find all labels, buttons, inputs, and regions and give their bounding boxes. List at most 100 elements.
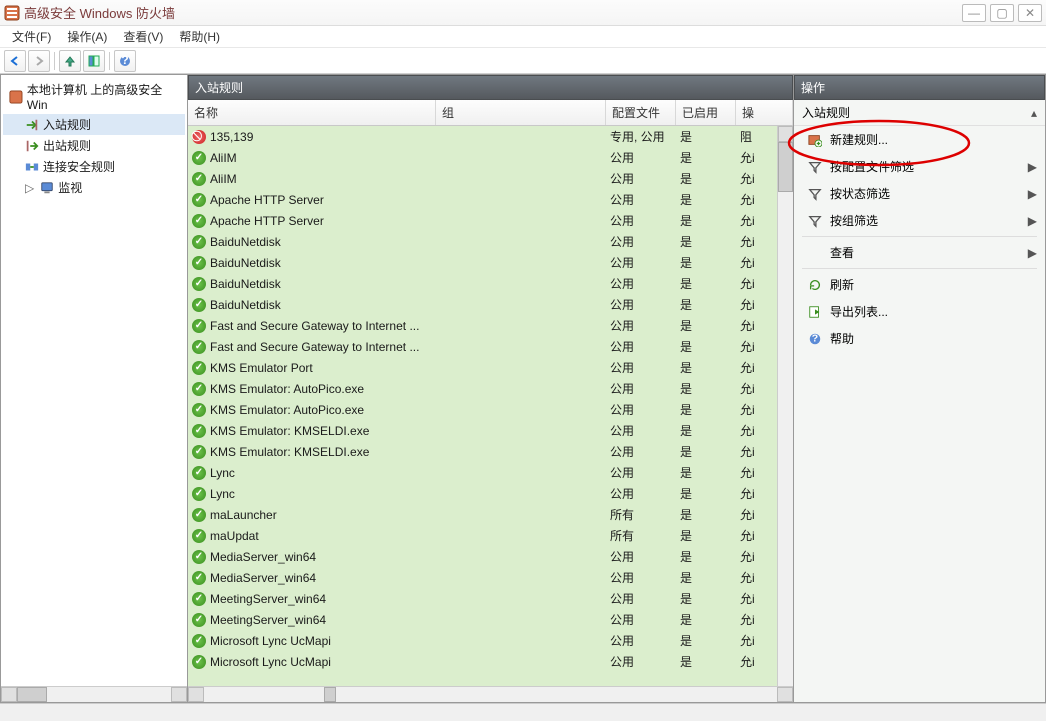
table-row[interactable]: ✓MeetingServer_win64公用是允i — [188, 609, 793, 630]
grid-hscroll[interactable] — [188, 686, 793, 702]
allow-icon: ✓ — [192, 424, 206, 438]
action-label: 新建规则... — [830, 131, 888, 148]
rule-enabled: 是 — [680, 170, 740, 187]
actions-body: 入站规则 ▴ 新建规则... 按配置文件筛选 ▶ 按状态筛选 ▶ 按组筛选 ▶ — [794, 100, 1045, 702]
menu-view[interactable]: 查看(V) — [115, 26, 171, 47]
action-filter-group[interactable]: 按组筛选 ▶ — [794, 207, 1045, 234]
rule-enabled: 是 — [680, 611, 740, 628]
rule-enabled: 是 — [680, 569, 740, 586]
action-new-rule[interactable]: 新建规则... — [794, 126, 1045, 153]
maximize-button[interactable]: ▢ — [990, 4, 1014, 22]
up-button[interactable] — [59, 50, 81, 72]
action-filter-state[interactable]: 按状态筛选 ▶ — [794, 180, 1045, 207]
forward-button[interactable] — [28, 50, 50, 72]
block-icon: ⃠ — [192, 130, 206, 144]
help-button[interactable]: ? — [114, 50, 136, 72]
rule-name: BaiduNetdisk — [210, 235, 281, 249]
rule-profile: 公用 — [610, 149, 680, 166]
firewall-icon — [9, 90, 23, 104]
table-row[interactable]: ✓BaiduNetdisk公用是允i — [188, 273, 793, 294]
table-row[interactable]: ⃠135,139专用, 公用是阻 — [188, 126, 793, 147]
table-row[interactable]: ✓BaiduNetdisk公用是允i — [188, 294, 793, 315]
allow-icon: ✓ — [192, 151, 206, 165]
rule-name: KMS Emulator: AutoPico.exe — [210, 403, 364, 417]
grid-vscroll[interactable] — [777, 126, 793, 686]
table-row[interactable]: ✓maLauncher所有是允i — [188, 504, 793, 525]
rule-profile: 公用 — [610, 338, 680, 355]
action-filter-profile[interactable]: 按配置文件筛选 ▶ — [794, 153, 1045, 180]
table-row[interactable]: ✓Microsoft Lync UcMapi公用是允i — [188, 651, 793, 672]
main-area: 本地计算机 上的高级安全 Win 入站规则 出站规则 连接安全规则 ▷ 监视 — [0, 74, 1046, 703]
menu-action[interactable]: 操作(A) — [59, 26, 115, 47]
back-button[interactable] — [4, 50, 26, 72]
rule-enabled: 是 — [680, 485, 740, 502]
tree-item-inbound[interactable]: 入站规则 — [3, 114, 185, 135]
table-row[interactable]: ✓AliIM公用是允i — [188, 147, 793, 168]
rule-name: Lync — [210, 487, 235, 501]
chevron-right-icon: ▶ — [1028, 187, 1037, 201]
allow-icon: ✓ — [192, 235, 206, 249]
tree-item-outbound[interactable]: 出站规则 — [3, 135, 185, 156]
collapse-icon[interactable]: ▴ — [1031, 106, 1037, 120]
show-hide-button[interactable] — [83, 50, 105, 72]
table-row[interactable]: ✓KMS Emulator: AutoPico.exe公用是允i — [188, 378, 793, 399]
table-row[interactable]: ✓KMS Emulator: KMSELDI.exe公用是允i — [188, 441, 793, 462]
menu-help[interactable]: 帮助(H) — [171, 26, 228, 47]
col-name[interactable]: 名称 — [188, 100, 436, 125]
table-row[interactable]: ✓MediaServer_win64公用是允i — [188, 546, 793, 567]
rule-profile: 公用 — [610, 653, 680, 670]
tree-item-connsec[interactable]: 连接安全规则 — [3, 156, 185, 177]
table-row[interactable]: ✓KMS Emulator: KMSELDI.exe公用是允i — [188, 420, 793, 441]
rule-name: Fast and Secure Gateway to Internet ... — [210, 319, 419, 333]
tree-item-label: 连接安全规则 — [43, 158, 115, 175]
rule-name: BaiduNetdisk — [210, 256, 281, 270]
action-refresh[interactable]: 刷新 — [794, 271, 1045, 298]
rule-name: Apache HTTP Server — [210, 214, 324, 228]
expander-icon[interactable]: ▷ — [25, 181, 34, 195]
rule-name: BaiduNetdisk — [210, 277, 281, 291]
table-row[interactable]: ✓Lync公用是允i — [188, 462, 793, 483]
table-row[interactable]: ✓KMS Emulator: AutoPico.exe公用是允i — [188, 399, 793, 420]
tree-root[interactable]: 本地计算机 上的高级安全 Win — [3, 79, 185, 114]
menu-file[interactable]: 文件(F) — [4, 26, 59, 47]
action-label: 导出列表... — [830, 303, 888, 320]
rule-enabled: 是 — [680, 254, 740, 271]
col-group[interactable]: 组 — [436, 100, 606, 125]
grid-body: ⃠135,139专用, 公用是阻✓AliIM公用是允i✓AliIM公用是允i✓A… — [188, 126, 793, 686]
table-row[interactable]: ✓AliIM公用是允i — [188, 168, 793, 189]
tree-item-monitor[interactable]: ▷ 监视 — [3, 177, 185, 198]
close-button[interactable]: ✕ — [1018, 4, 1042, 22]
rule-enabled: 是 — [680, 275, 740, 292]
table-row[interactable]: ✓BaiduNetdisk公用是允i — [188, 252, 793, 273]
table-row[interactable]: ✓Fast and Secure Gateway to Internet ...… — [188, 315, 793, 336]
table-row[interactable]: ✓Apache HTTP Server公用是允i — [188, 210, 793, 231]
rule-name: Microsoft Lync UcMapi — [210, 634, 331, 648]
table-row[interactable]: ✓Lync公用是允i — [188, 483, 793, 504]
allow-icon: ✓ — [192, 571, 206, 585]
table-row[interactable]: ✓MeetingServer_win64公用是允i — [188, 588, 793, 609]
col-enabled[interactable]: 已启用 — [676, 100, 736, 125]
svg-text:?: ? — [121, 55, 128, 67]
table-row[interactable]: ✓MediaServer_win64公用是允i — [188, 567, 793, 588]
rule-enabled: 是 — [680, 233, 740, 250]
table-row[interactable]: ✓BaiduNetdisk公用是允i — [188, 231, 793, 252]
action-help[interactable]: ? 帮助 — [794, 325, 1045, 352]
table-row[interactable]: ✓Apache HTTP Server公用是允i — [188, 189, 793, 210]
center-pane: 入站规则 名称 组 配置文件 已启用 操 ⃠135,139专用, 公用是阻✓Al… — [188, 74, 794, 703]
tree-hscroll[interactable] — [1, 686, 187, 702]
allow-icon: ✓ — [192, 340, 206, 354]
col-profile[interactable]: 配置文件 — [606, 100, 676, 125]
table-row[interactable]: ✓Microsoft Lync UcMapi公用是允i — [188, 630, 793, 651]
rule-name: Fast and Secure Gateway to Internet ... — [210, 340, 419, 354]
rule-enabled: 是 — [680, 632, 740, 649]
minimize-button[interactable]: — — [962, 4, 986, 22]
rule-name: maLauncher — [210, 508, 277, 522]
rule-profile: 公用 — [610, 611, 680, 628]
table-row[interactable]: ✓ Fast and Secure Gateway to Internet ...… — [188, 336, 793, 357]
action-export[interactable]: 导出列表... — [794, 298, 1045, 325]
table-row[interactable]: ✓maUpdat所有是允i — [188, 525, 793, 546]
table-row[interactable]: ✓KMS Emulator Port公用是允i — [188, 357, 793, 378]
col-action[interactable]: 操 — [736, 100, 793, 125]
action-view[interactable]: 查看 ▶ — [794, 239, 1045, 266]
actions-subtitle-label: 入站规则 — [802, 104, 850, 121]
